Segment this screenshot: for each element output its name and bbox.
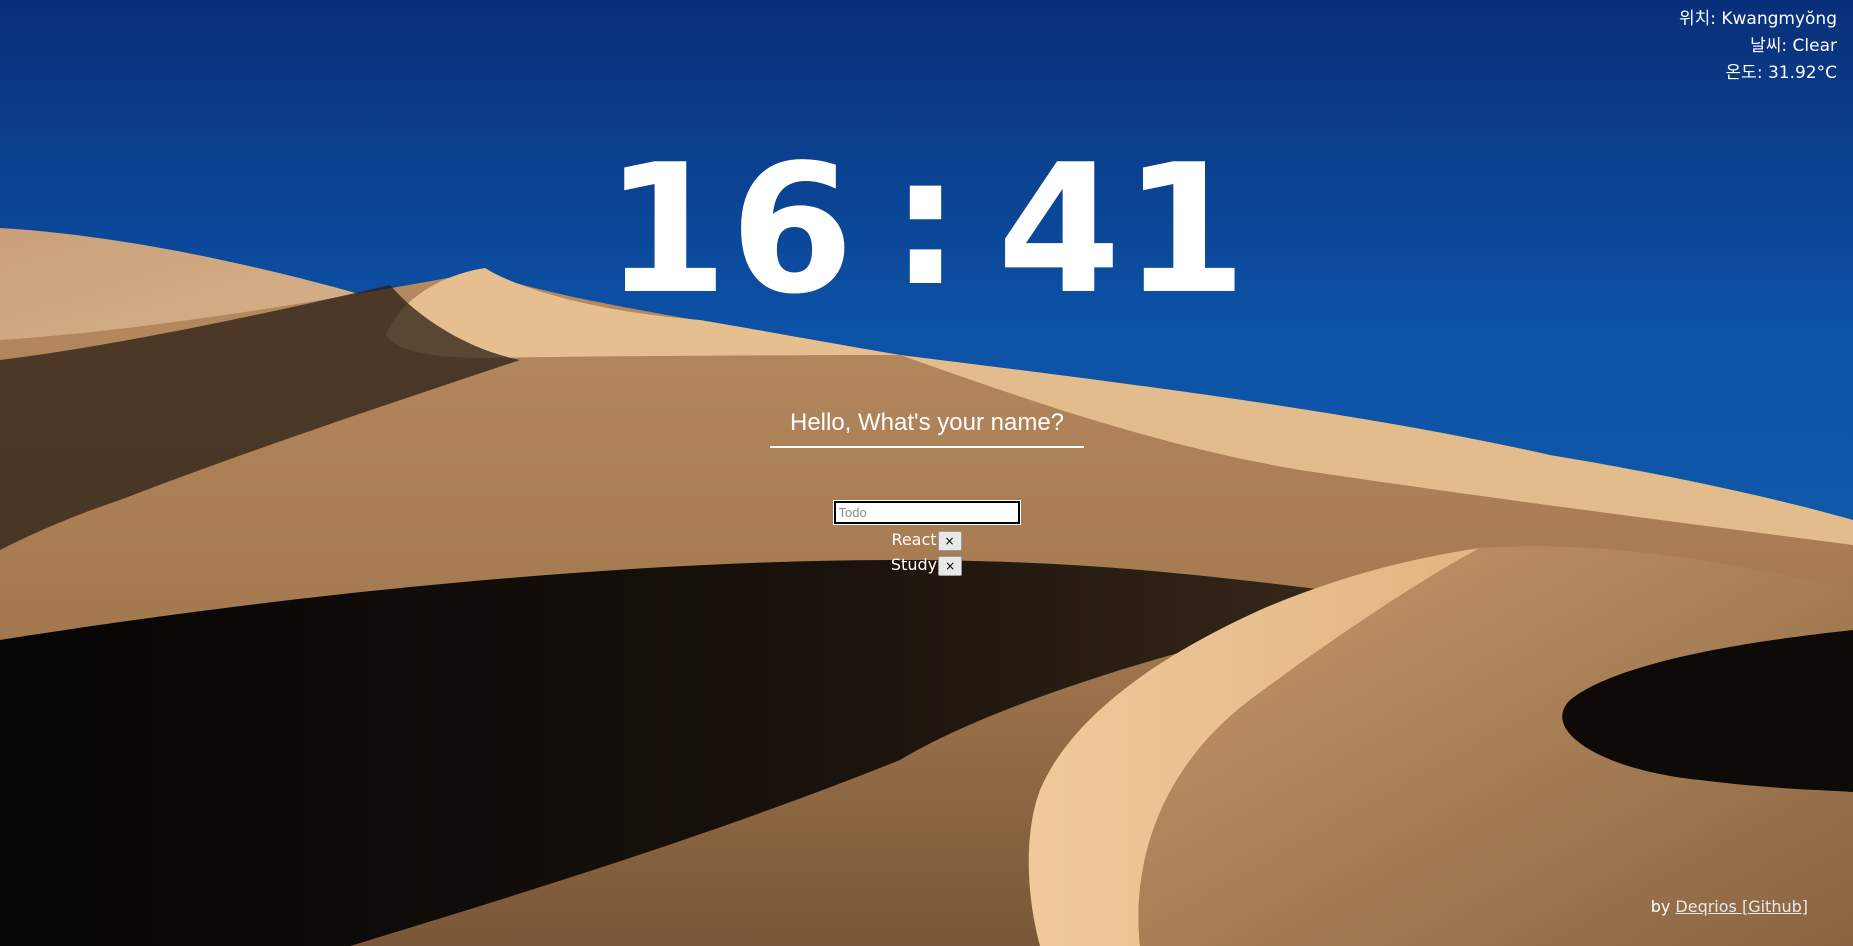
todo-section: React× Study× (0, 500, 1853, 577)
todo-item: Study × (0, 552, 1853, 577)
delete-todo-button[interactable]: × (938, 555, 963, 576)
delete-todo-button[interactable]: × (937, 530, 962, 551)
todo-list: React × Study × (0, 527, 1853, 577)
github-link[interactable]: Deqrios [Github] (1675, 897, 1808, 916)
weather-temperature: 온도: 31.92°C (1725, 63, 1837, 83)
weather-condition: 날씨: Clear (1750, 36, 1837, 56)
weather-panel: 위치: Kwangmyŏng 날씨: Clear 온도: 31.92°C (1679, 6, 1837, 87)
clock: 16:41 (0, 118, 1853, 335)
clock-separator: : (889, 118, 964, 325)
todo-input[interactable] (832, 500, 1021, 525)
clock-minutes: 41 (997, 126, 1249, 333)
name-input[interactable] (770, 400, 1084, 448)
clock-hours: 16 (604, 126, 856, 333)
todo-item: React × (0, 527, 1853, 552)
weather-location: 위치: Kwangmyŏng (1678, 9, 1837, 29)
todo-item-text: Study (890, 555, 938, 574)
todo-item-text: React (891, 530, 937, 549)
footer-credit: by Deqrios [Github] (1651, 897, 1808, 916)
greeting-form (770, 400, 1084, 448)
footer-prefix: by (1650, 897, 1671, 916)
app-root: 위치: Kwangmyŏng 날씨: Clear 온도: 31.92°C 16:… (0, 0, 1853, 946)
